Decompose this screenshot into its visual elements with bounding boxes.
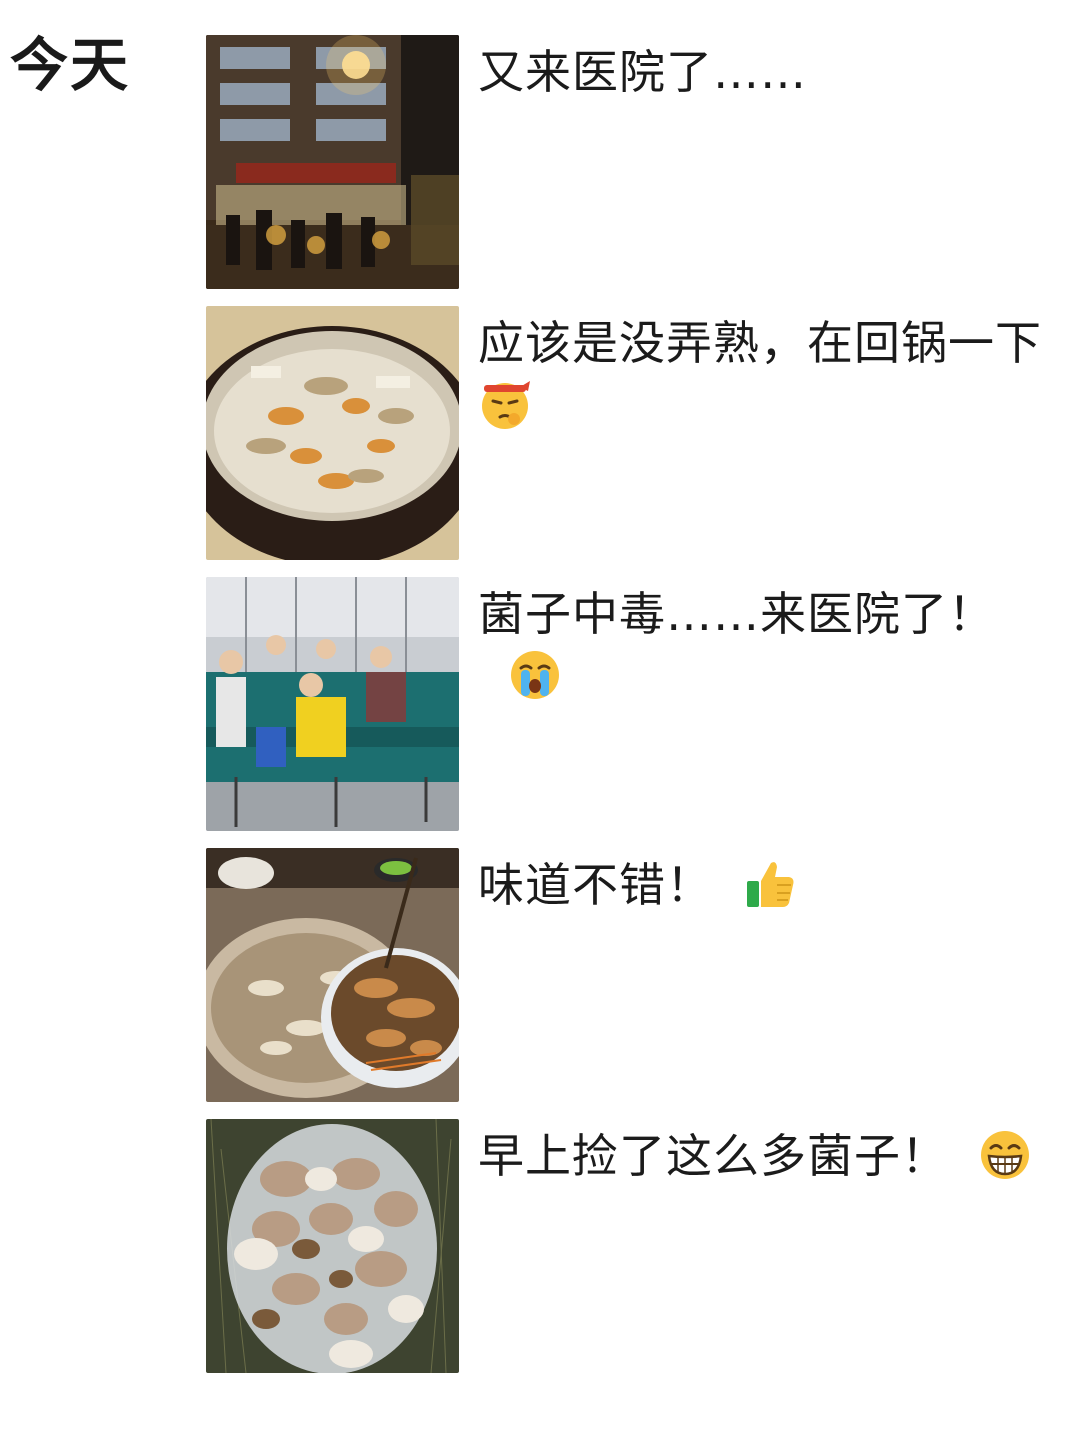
post-item[interactable]: 又来医院了……	[206, 35, 1066, 289]
caption-text: 菌子中毒……来医院了！	[478, 587, 995, 641]
post-item[interactable]: 早上捡了这么多菌子！	[206, 1119, 1066, 1373]
grinning-emoji	[978, 1128, 1032, 1182]
post-item[interactable]: 菌子中毒……来医院了！	[206, 577, 1066, 831]
post-caption: 又来医院了……	[478, 41, 1068, 103]
post-item[interactable]: 应该是没弄熟，在回锅一下	[206, 306, 1066, 560]
post-item[interactable]: 味道不错！	[206, 848, 1066, 1102]
caption-text: 味道不错！	[478, 858, 713, 912]
caption-text: 应该是没弄熟，在回锅一下	[478, 316, 1042, 370]
picked-mushrooms-bag-photo[interactable]	[206, 1119, 459, 1373]
caption-text: 又来医院了……	[478, 45, 807, 99]
hospital-infusion-room-photo[interactable]	[206, 577, 459, 831]
crying-emoji	[508, 648, 562, 702]
thumbs-up-emoji	[743, 857, 797, 911]
caption-text: 早上捡了这么多菌子！	[478, 1129, 948, 1183]
post-caption: 味道不错！	[478, 854, 1068, 916]
post-caption: 菌子中毒……来医院了！	[478, 583, 1068, 707]
mushroom-hotpot-photo[interactable]	[206, 306, 459, 560]
hospital-night-exterior-photo[interactable]	[206, 35, 459, 289]
post-caption: 应该是没弄熟，在回锅一下	[478, 312, 1068, 436]
mushroom-dish-plate-photo[interactable]	[206, 848, 459, 1102]
pondering-headband-emoji	[478, 377, 532, 431]
day-label: 今天	[10, 31, 131, 99]
post-caption: 早上捡了这么多菌子！	[478, 1125, 1068, 1187]
